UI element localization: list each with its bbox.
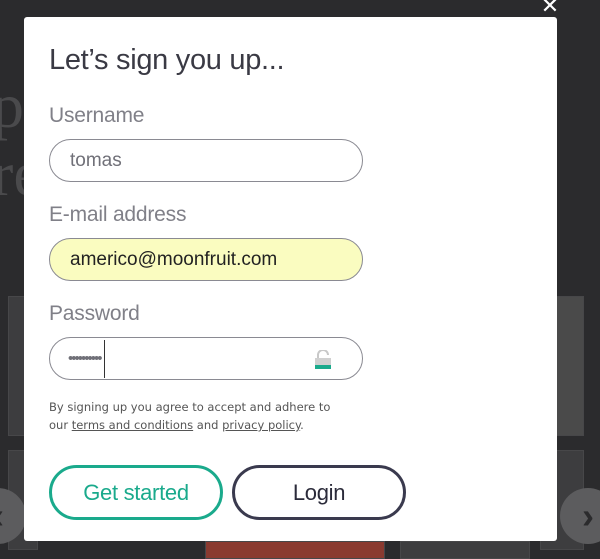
login-button[interactable]: Login [232, 465, 406, 520]
terms-suffix: . [300, 418, 304, 432]
get-started-button[interactable]: Get started [49, 465, 223, 520]
lock-icon[interactable] [314, 350, 332, 370]
password-label: Password [49, 302, 140, 325]
terms-prefix: our [49, 418, 69, 432]
terms-and: and [196, 418, 219, 432]
username-value: tomas [70, 149, 122, 171]
terms-link[interactable]: terms and conditions [72, 418, 193, 432]
password-field[interactable]: •••••••••• [49, 337, 363, 380]
background-card [400, 541, 530, 559]
email-label: E-mail address [49, 203, 187, 226]
username-label: Username [49, 104, 145, 127]
username-field[interactable]: tomas [49, 139, 363, 182]
modal-title: Let’s sign you up... [49, 44, 285, 76]
terms-line: By signing up you agree to accept and ad… [49, 400, 331, 414]
terms-text: By signing up you agree to accept and ad… [49, 398, 369, 434]
password-value: •••••••••• [68, 350, 102, 367]
signup-modal: Let’s sign you up... Username tomas E-ma… [24, 17, 557, 541]
background-card [205, 541, 385, 559]
email-value: americo@moonfruit.com [70, 248, 278, 270]
text-caret [103, 339, 106, 378]
close-button[interactable]: ✕ [539, 0, 561, 18]
privacy-link[interactable]: privacy policy [222, 418, 300, 432]
email-field[interactable]: americo@moonfruit.com [49, 238, 363, 281]
